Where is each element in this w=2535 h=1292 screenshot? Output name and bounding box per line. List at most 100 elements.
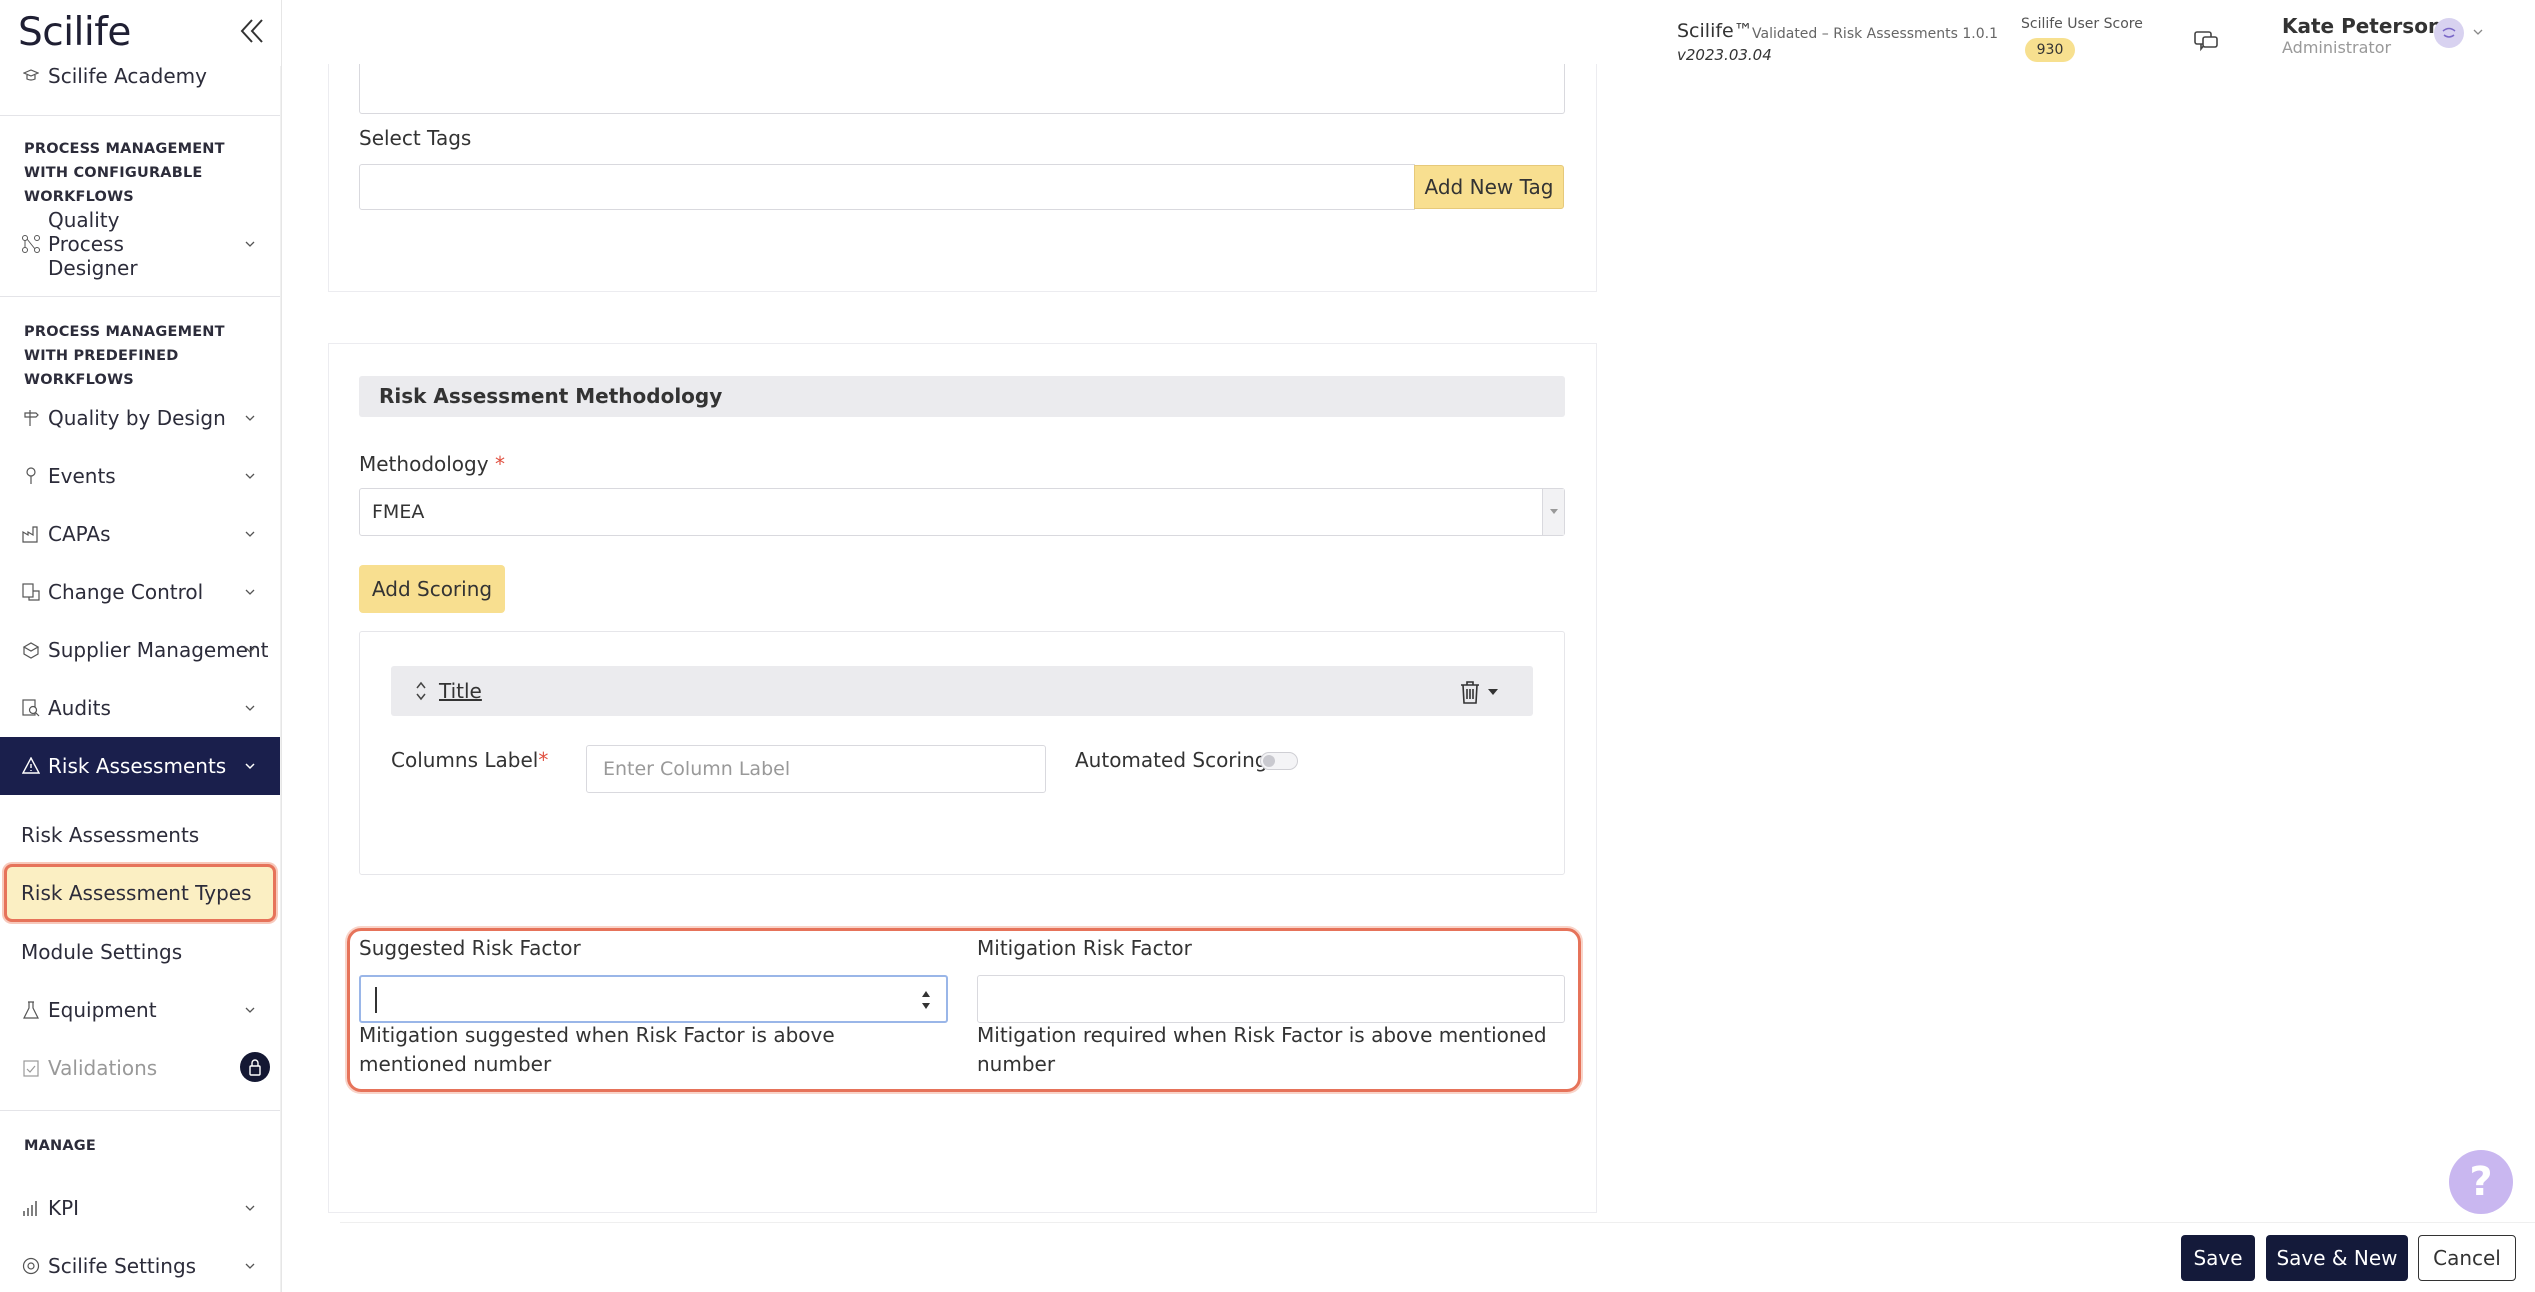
column-label-input[interactable]: Enter Column Label <box>586 745 1046 793</box>
chevron-down-icon <box>245 1007 255 1013</box>
sidebar-item-quality-by-design[interactable]: Quality by Design <box>0 398 280 438</box>
chevron-down-icon <box>245 589 255 595</box>
avatar-face-icon <box>2442 27 2456 38</box>
text-field[interactable] <box>359 64 1565 114</box>
app-name: Scilife™ <box>1677 20 1753 42</box>
sidebar-item-change-control[interactable]: Change Control <box>0 572 280 612</box>
chevron-down-icon <box>245 1205 255 1211</box>
user-score-badge: 930 <box>2025 38 2075 62</box>
methodology-section-header: Risk Assessment Methodology <box>359 376 1565 417</box>
section-predefined-workflows: PROCESS MANAGEMENT WITH PREDEFINED WORKF… <box>24 324 225 388</box>
sidebar-item-label: Change Control <box>48 580 204 604</box>
suggested-risk-factor-hint: Mitigation suggested when Risk Factor is… <box>359 1023 835 1076</box>
sidebar-item-label: Risk Assessments <box>48 754 227 778</box>
sidebar-item-equipment[interactable]: Equipment <box>0 990 280 1030</box>
double-chevron-left-icon <box>240 19 263 43</box>
sidebar-item-capas[interactable]: CAPAs <box>0 514 280 554</box>
user-score-label: Scilife User Score <box>2021 16 2143 32</box>
divider <box>0 1110 280 1111</box>
suggested-risk-factor-input[interactable] <box>359 975 948 1023</box>
lock-icon <box>240 1052 270 1082</box>
sidebar-item-supplier-management[interactable]: Supplier Management <box>0 630 280 670</box>
chevron-down-icon <box>245 763 255 770</box>
chevron-down-icon <box>245 647 255 653</box>
settings-icon <box>20 1255 42 1277</box>
automated-scoring-toggle[interactable] <box>1260 752 1298 770</box>
sidebar-item-events[interactable]: Events <box>0 456 280 496</box>
mitigation-risk-factor-label: Mitigation Risk Factor <box>977 936 1192 960</box>
sidebar-scroll-area: Scilife Academy PROCESS MANAGEMENT WITH … <box>0 60 280 1292</box>
avatar[interactable] <box>2434 18 2464 48</box>
save-button[interactable]: Save <box>2181 1235 2255 1281</box>
caret-down-icon[interactable] <box>1487 688 1499 696</box>
sidebar-item-label: Scilife Settings <box>48 1254 197 1278</box>
signpost-icon <box>20 407 42 429</box>
feedback-chat-icon[interactable] <box>2192 28 2220 56</box>
sidebar-subitem-risk-assessment-types[interactable]: Risk Assessment Types <box>4 864 276 922</box>
number-spinner-icon[interactable] <box>920 986 932 1014</box>
sidebar-subitem-module-settings[interactable]: Module Settings <box>21 940 182 964</box>
sidebar-item-label: Equipment <box>48 998 157 1022</box>
sidebar-item-label: CAPAs <box>48 522 111 546</box>
sidebar: Scilife Scilife Academy PROCESS MANAGEME… <box>0 0 282 1292</box>
select-tags-label: Select Tags <box>359 126 472 150</box>
sidebar-item-label: KPI <box>48 1196 80 1220</box>
tags-input[interactable] <box>359 164 1415 210</box>
chevron-down-icon <box>245 1263 255 1269</box>
help-icon[interactable]: ? <box>2449 1150 2513 1214</box>
text-cursor <box>375 987 377 1013</box>
mitigation-risk-factor-hint: Mitigation required when Risk Factor is … <box>977 1023 1547 1076</box>
sidebar-item-risk-assessments[interactable]: Risk Assessments <box>0 737 280 795</box>
sidebar-item-scilife-settings[interactable]: Scilife Settings <box>0 1246 280 1286</box>
sort-arrows-icon[interactable] <box>415 680 427 702</box>
workflow-icon <box>20 233 42 255</box>
sidebar-item-validations[interactable]: Validations <box>0 1048 280 1088</box>
sidebar-item-audits[interactable]: Audits <box>0 688 280 728</box>
cancel-button[interactable]: Cancel <box>2418 1235 2516 1281</box>
scoring-title[interactable]: Title <box>439 679 482 703</box>
user-name[interactable]: Kate Peterson <box>2282 14 2442 38</box>
document-flow-icon <box>20 581 42 603</box>
clipboard-check-icon <box>20 1057 42 1079</box>
sidebar-item-label: Validations <box>48 1056 158 1080</box>
chevron-down-icon[interactable] <box>2472 27 2484 37</box>
sidebar-subitem-risk-assessments[interactable]: Risk Assessments <box>21 823 199 847</box>
add-scoring-button[interactable]: Add Scoring <box>359 565 505 613</box>
chevron-down-icon <box>245 415 255 421</box>
suggested-risk-factor-label: Suggested Risk Factor <box>359 936 581 960</box>
collapse-sidebar-button[interactable] <box>236 14 266 48</box>
methodology-select[interactable]: FMEA <box>359 488 1565 536</box>
toggle-knob <box>1263 755 1275 767</box>
sidebar-item-quality-process-designer[interactable]: Quality Process Designer <box>0 208 280 280</box>
section-configurable-workflows: PROCESS MANAGEMENT WITH CONFIGURABLE WOR… <box>24 141 225 205</box>
sidebar-subitem-label: Risk Assessment Types <box>21 881 252 905</box>
chevron-down-icon <box>245 473 255 479</box>
save-and-new-button[interactable]: Save & New <box>2266 1235 2408 1281</box>
select-arrow-icon[interactable] <box>1542 489 1564 535</box>
chevron-down-icon <box>245 531 255 537</box>
sidebar-item-kpi[interactable]: KPI <box>0 1188 280 1228</box>
user-role: Administrator <box>2282 38 2392 57</box>
app-validated-label: Validated – Risk Assessments 1.0.1 <box>1752 26 1999 42</box>
flask-icon <box>20 999 42 1021</box>
scoring-title-bar[interactable]: Title <box>391 666 1533 716</box>
chevron-down-icon <box>245 241 255 247</box>
section-manage: MANAGE <box>24 1138 97 1154</box>
sidebar-item-label: Scilife Academy <box>48 64 207 88</box>
app-version: v2023.03.04 <box>1677 46 1772 64</box>
automated-scoring-label: Automated Scoring <box>1075 748 1268 772</box>
divider <box>0 115 280 116</box>
trash-icon[interactable] <box>1459 680 1481 704</box>
sidebar-item-label: Events <box>48 464 116 488</box>
sidebar-scrollbar[interactable] <box>280 66 281 1292</box>
methodology-label-text: Methodology <box>359 452 489 476</box>
add-new-tag-button[interactable]: Add New Tag <box>1414 165 1564 209</box>
mitigation-risk-factor-input[interactable] <box>977 975 1565 1023</box>
sidebar-item-label: Quality by Design <box>48 406 226 430</box>
sidebar-item-label: Supplier Management <box>48 638 269 662</box>
columns-label: Columns Label* <box>391 748 548 772</box>
factory-icon <box>20 523 42 545</box>
bar-chart-icon <box>20 1197 42 1219</box>
methodology-label: Methodology * <box>359 452 505 476</box>
sidebar-item-academy[interactable]: Scilife Academy <box>0 63 280 89</box>
